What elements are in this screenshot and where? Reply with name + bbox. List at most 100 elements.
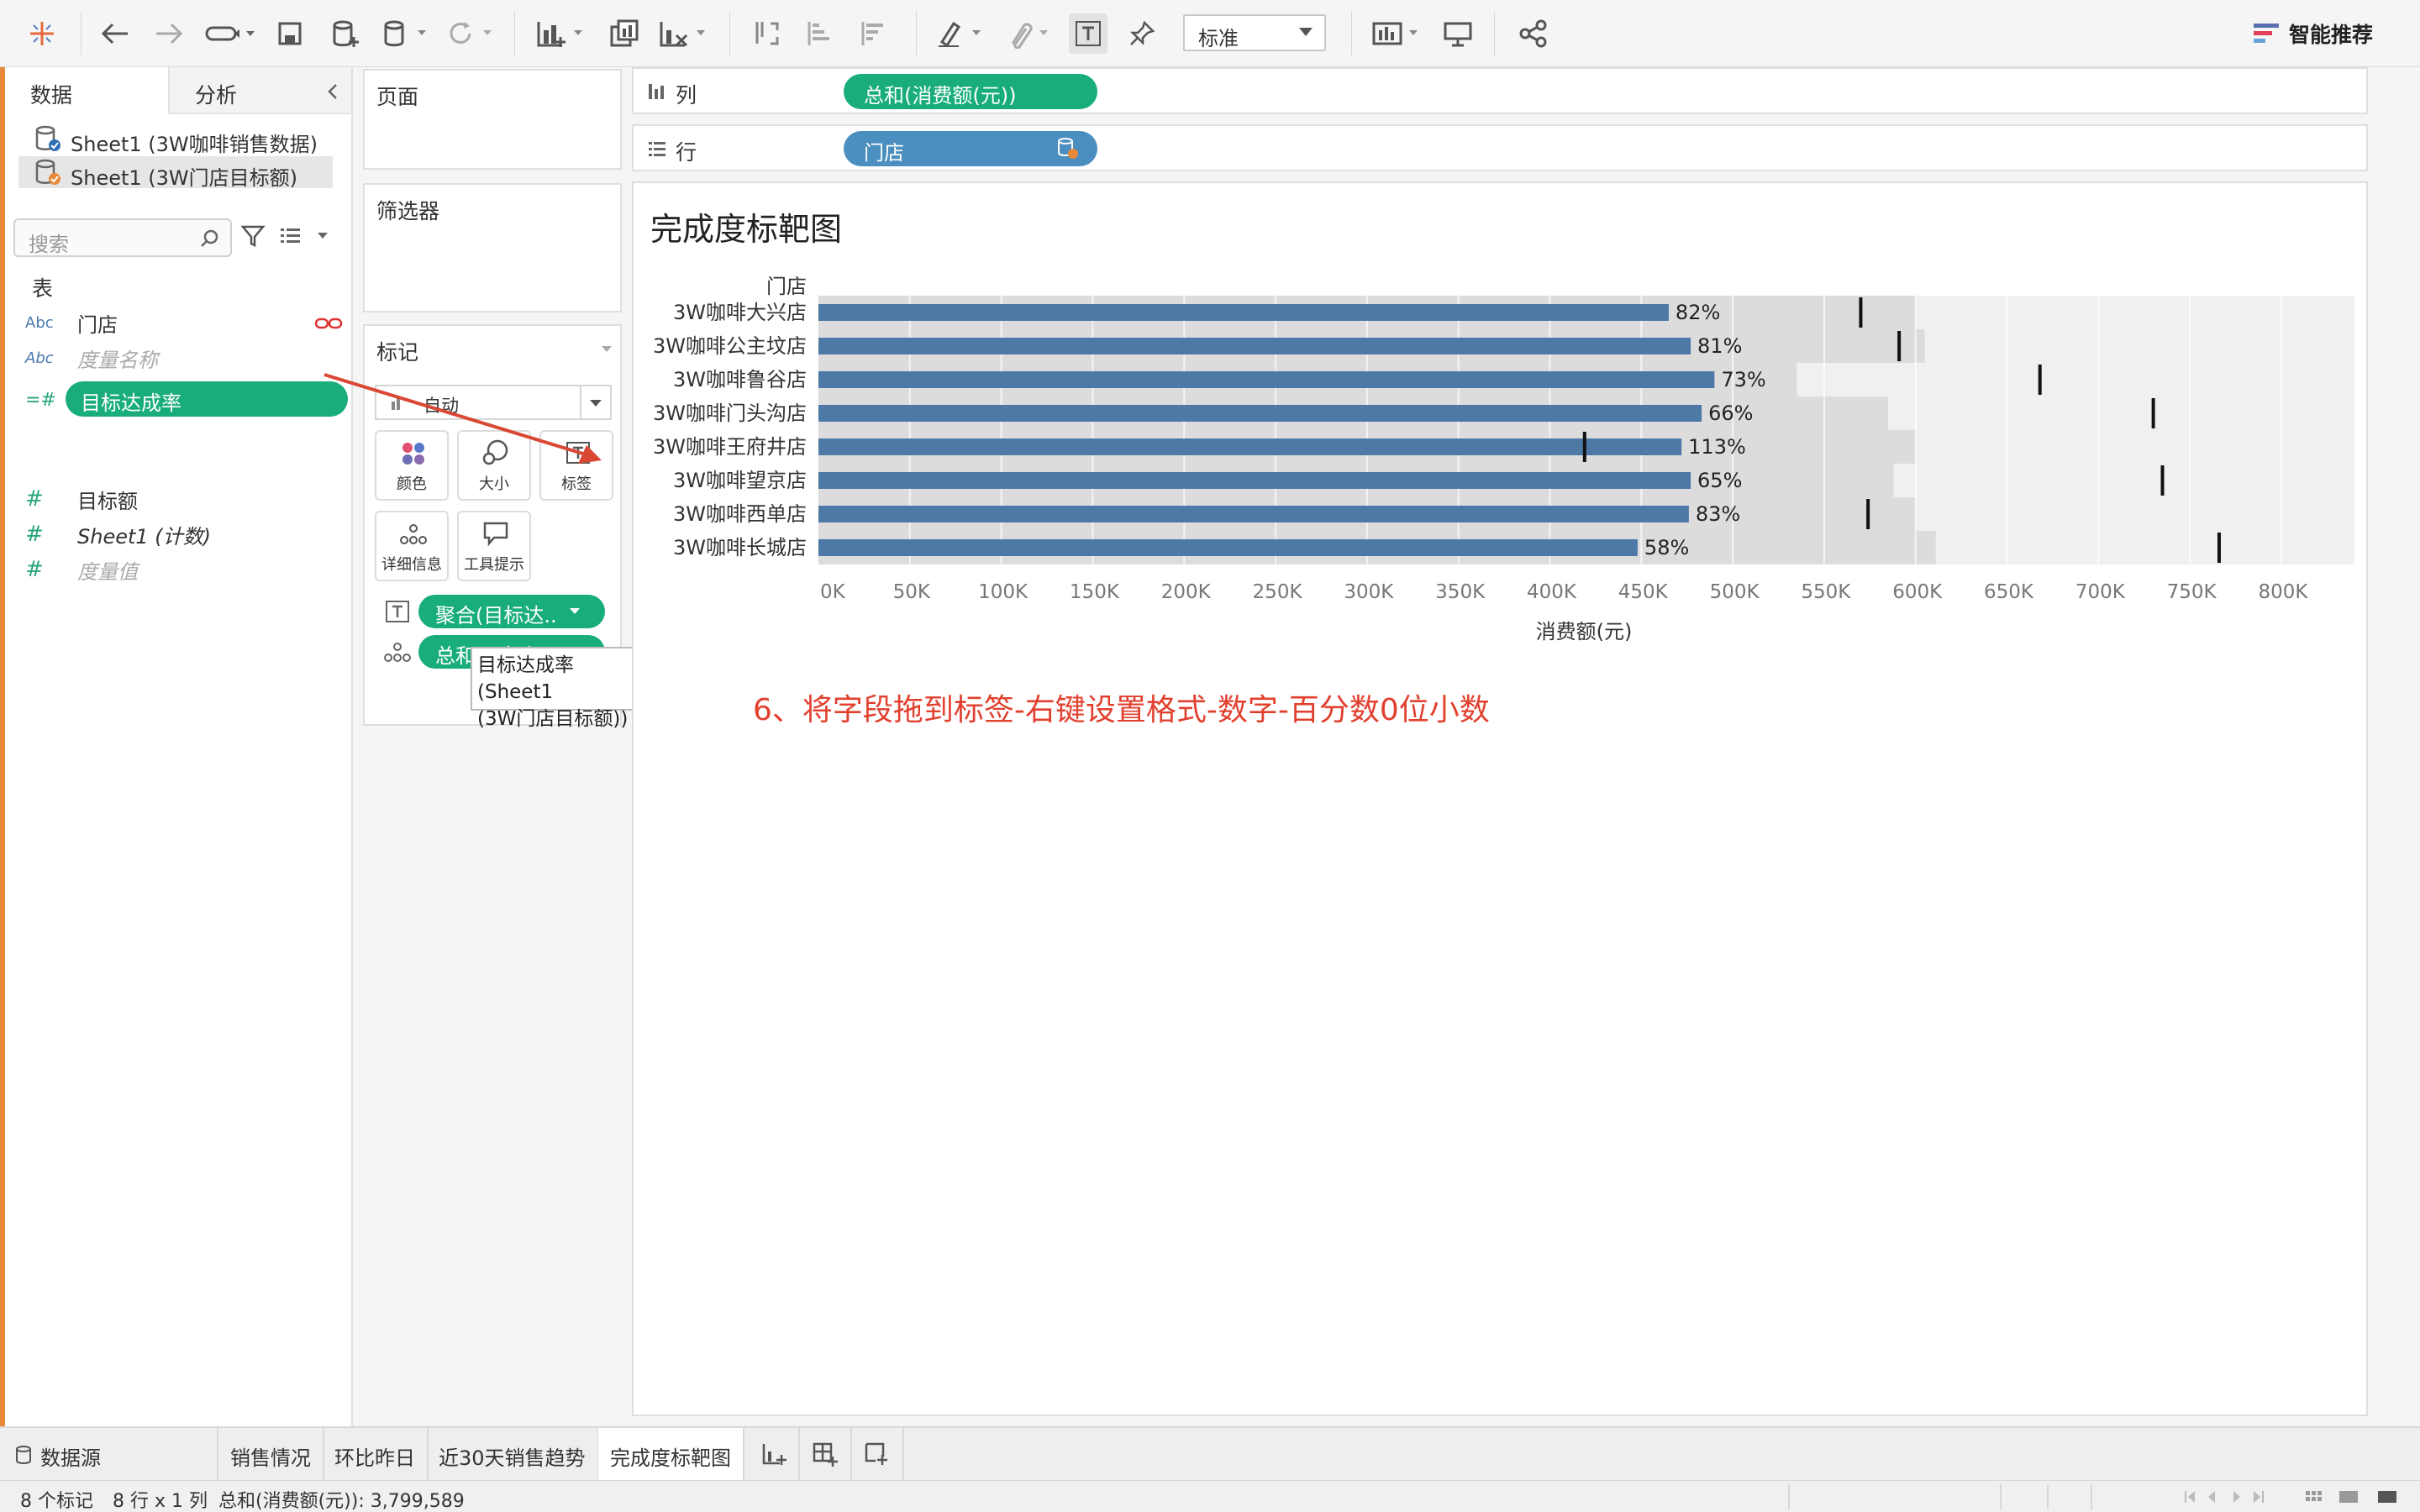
category-label: 3W咖啡王府井店: [653, 435, 807, 459]
x-tick-label: 750K: [2167, 581, 2217, 603]
data-label: 82%: [1676, 301, 1720, 324]
tableau-logo-icon[interactable]: [25, 13, 59, 54]
smart-recommend-label: 智能推荐: [2289, 23, 2374, 47]
new-dashboard-tab[interactable]: [800, 1428, 852, 1480]
fit-view-value: 标准: [1198, 27, 1239, 50]
bar: [818, 371, 1715, 388]
pages-shelf[interactable]: 页面: [363, 69, 622, 170]
filters-shelf[interactable]: 筛选器: [363, 183, 622, 312]
number-type-icon: #: [25, 522, 44, 547]
x-tick-label: 700K: [2075, 581, 2126, 603]
datasource-label: Sheet1 (3W咖啡销售数据): [71, 133, 318, 156]
show-cards-icon[interactable]: [1368, 13, 1427, 54]
field-sheet1-count[interactable]: # Sheet1 (计数): [25, 517, 345, 551]
highlight-icon[interactable]: [933, 13, 992, 54]
x-tick-label: 350K: [1435, 581, 1486, 603]
bar: [818, 472, 1691, 489]
link-icon: [314, 318, 343, 329]
category-label: 3W咖啡大兴店: [673, 301, 807, 324]
tooltip-icon: [483, 522, 508, 546]
status-dimensions: 8 行 x 1 列: [113, 1491, 208, 1512]
replay-icon[interactable]: [202, 13, 257, 54]
pane-accent-bar: [0, 67, 5, 1426]
undo-icon[interactable]: [96, 13, 134, 54]
datasource-item[interactable]: Sheet1 (3W咖啡销售数据): [18, 123, 333, 156]
new-worksheet-icon: [762, 1444, 786, 1465]
datasource-link-icon: [1058, 138, 1078, 159]
tab-sales-overview[interactable]: 销售情况: [218, 1428, 324, 1480]
columns-field-pill[interactable]: 总和(消费额(元)): [844, 74, 1097, 109]
refresh-icon[interactable]: [444, 13, 499, 54]
field-target-amount[interactable]: # 目标额: [25, 482, 345, 516]
string-type-icon: Abc: [25, 349, 54, 367]
chevron-down-icon: [1299, 28, 1313, 36]
data-label: 58%: [1644, 536, 1689, 559]
new-worksheet-tab[interactable]: [750, 1428, 800, 1480]
share-icon[interactable]: [1514, 13, 1553, 54]
data-label: 113%: [1688, 435, 1746, 459]
smart-recommend-button[interactable]: 智能推荐: [2252, 13, 2373, 54]
presentation-mode-icon[interactable]: [1439, 13, 1477, 54]
search-placeholder: 搜索: [29, 233, 69, 256]
field-store[interactable]: Abc 门店: [25, 306, 345, 339]
sheet-navigation-icon[interactable]: [2181, 1488, 2274, 1506]
fit-view-select[interactable]: 标准: [1183, 14, 1326, 51]
data-label: 83%: [1696, 502, 1740, 526]
show-mark-labels-icon[interactable]: [1069, 13, 1107, 54]
field-target-rate[interactable]: 目标达成率: [66, 381, 348, 417]
group-members-icon[interactable]: [1000, 13, 1059, 54]
target-line: [1897, 331, 1902, 361]
database-icon: [35, 125, 60, 151]
x-tick-label: 150K: [1070, 581, 1120, 603]
tab-datasource[interactable]: 数据源: [0, 1428, 218, 1480]
datasource-item-selected[interactable]: Sheet1 (3W门店目标额): [18, 156, 333, 190]
rows-icon: [649, 142, 666, 156]
datasource-options-icon[interactable]: [378, 13, 434, 54]
category-label: 3W咖啡西单店: [673, 502, 807, 526]
columns-shelf[interactable]: 列 总和(消费额(元)): [632, 67, 2368, 114]
new-story-tab[interactable]: [852, 1428, 904, 1480]
tab-data[interactable]: 数据: [5, 67, 170, 114]
category-label: 3W咖啡长城店: [673, 536, 807, 559]
rows-field-pill[interactable]: 门店: [844, 131, 1097, 166]
save-icon[interactable]: [271, 13, 309, 54]
sort-ascending-icon[interactable]: [802, 13, 840, 54]
chevron-down-icon[interactable]: [600, 344, 613, 354]
view-options-icon[interactable]: [279, 223, 333, 249]
field-measure-names[interactable]: Abc 度量名称: [25, 341, 345, 375]
label-icon: [386, 601, 409, 622]
filter-icon[interactable]: [240, 223, 266, 249]
x-tick-label: 250K: [1253, 581, 1303, 603]
x-tick-label: 600K: [1892, 581, 1943, 603]
x-tick-label: 100K: [978, 581, 1028, 603]
field-label: 度量名称: [77, 348, 158, 372]
label-field-pill-text: 聚合(目标达..: [435, 604, 557, 627]
smart-recommend-icon: [2254, 24, 2279, 43]
detail-mark-button[interactable]: 详细信息: [375, 511, 449, 581]
target-line: [2038, 365, 2042, 395]
tooltip-mark-button[interactable]: 工具提示: [457, 511, 531, 581]
tab-day-over-day[interactable]: 环比昨日: [323, 1428, 429, 1480]
view-mode-icons[interactable]: [2302, 1488, 2403, 1506]
bar: [818, 405, 1702, 422]
rows-shelf[interactable]: 行 门店: [632, 124, 2368, 171]
bar: [818, 539, 1638, 556]
search-input[interactable]: 搜索: [13, 218, 232, 257]
swap-rows-columns-icon[interactable]: [748, 13, 786, 54]
data-label: 81%: [1697, 334, 1742, 358]
clear-sheet-icon[interactable]: [655, 13, 714, 54]
duplicate-sheet-icon[interactable]: [605, 13, 644, 54]
collapse-pane-icon[interactable]: [326, 82, 339, 101]
pin-icon[interactable]: [1123, 13, 1161, 54]
chevron-down-icon: [570, 608, 580, 614]
tab-bullet-chart[interactable]: 完成度标靶图: [598, 1428, 744, 1480]
string-type-icon: Abc: [25, 313, 54, 332]
label-field-pill[interactable]: 聚合(目标达..: [418, 595, 605, 628]
sort-descending-icon[interactable]: [855, 13, 894, 54]
field-measure-values[interactable]: # 度量值: [25, 553, 345, 586]
tab-analysis[interactable]: 分析: [170, 67, 351, 114]
tab-30-day-trend[interactable]: 近30天销售趋势: [427, 1428, 599, 1480]
new-datasource-icon[interactable]: [326, 13, 365, 54]
new-worksheet-icon[interactable]: [533, 13, 592, 54]
redo-icon[interactable]: [150, 13, 188, 54]
